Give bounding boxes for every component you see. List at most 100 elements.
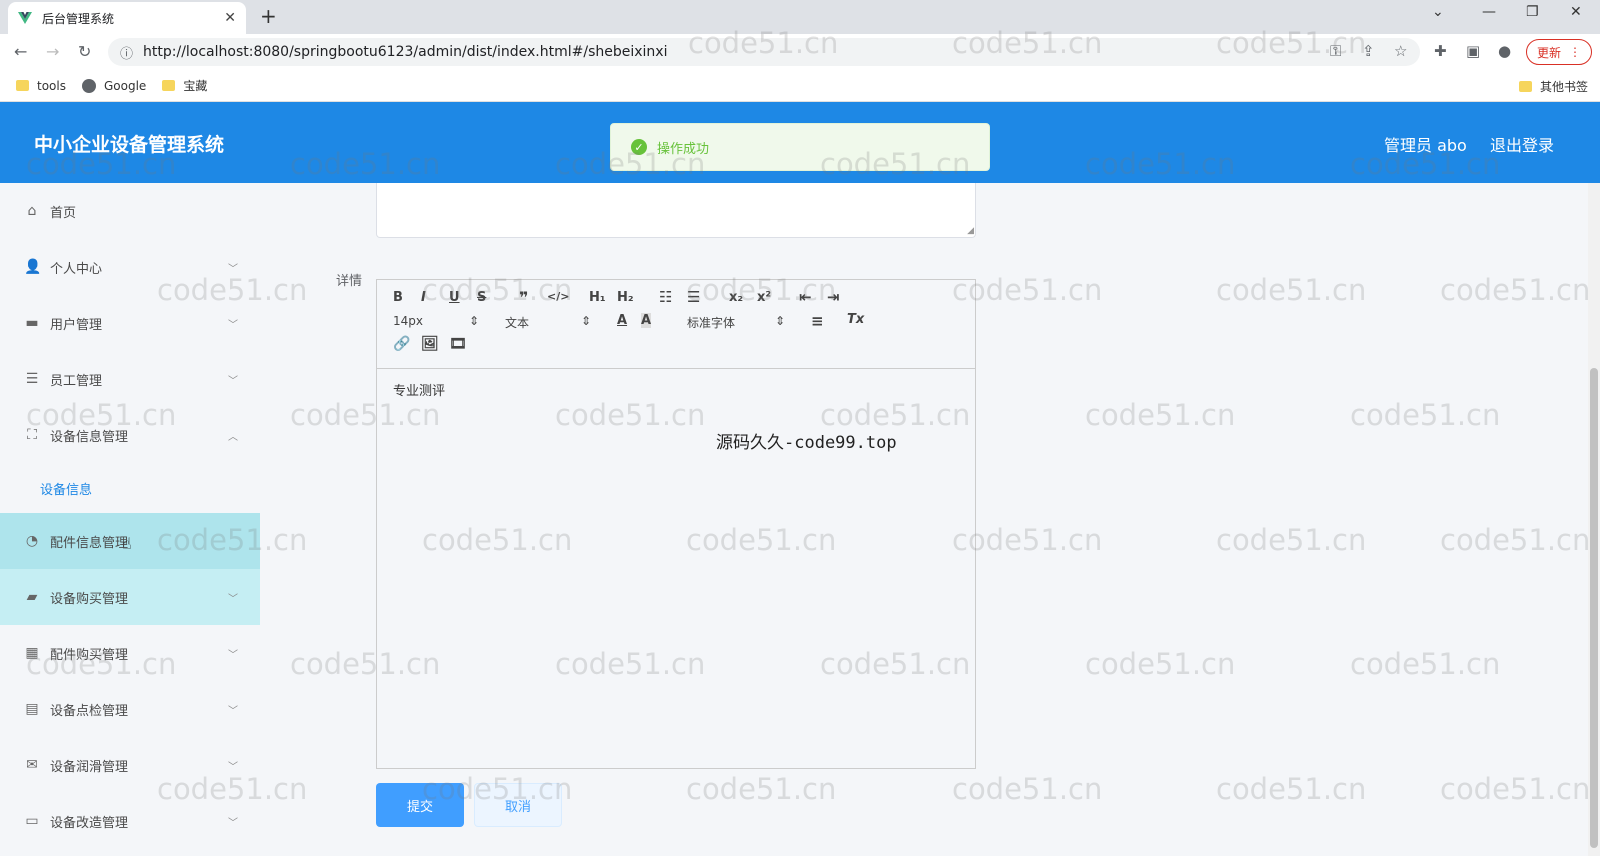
cancel-button[interactable]: 取消 xyxy=(474,783,562,827)
sidebar-item-staff[interactable]: ☰ 员工管理 ﹀ xyxy=(0,351,260,407)
sidebar-item-home[interactable]: ⌂ 首页 xyxy=(0,183,260,239)
indent-icon[interactable]: ⇥ xyxy=(827,288,840,306)
header2-icon[interactable]: H₂ xyxy=(617,290,634,305)
forward-icon[interactable]: → xyxy=(46,42,59,61)
blockquote-icon[interactable]: ❞ xyxy=(519,288,528,307)
sidebar-item-lubrication[interactable]: ✉ 设备润滑管理 ﹀ xyxy=(0,737,260,793)
subscript-icon[interactable]: x₂ xyxy=(729,290,743,305)
code-block-icon[interactable]: </> xyxy=(547,290,569,303)
sidebar-item-profile[interactable]: 👤 个人中心 ﹀ xyxy=(0,239,260,295)
folder-icon xyxy=(16,80,29,91)
minimize-icon[interactable]: — xyxy=(1482,4,1496,20)
other-bookmarks[interactable]: 其他书签 xyxy=(1518,78,1588,95)
sidebar-item-label: 设备改造管理 xyxy=(50,815,129,831)
align-icon[interactable]: ≡ xyxy=(811,312,824,330)
sidebar-item-device-purchase[interactable]: ▰ 设备购买管理 ﹀ xyxy=(0,569,260,625)
watermark: code51.cn xyxy=(686,772,837,806)
ordered-list-icon[interactable]: ☷ xyxy=(659,288,672,306)
vue-logo-icon xyxy=(18,12,32,24)
grid-icon: ▦ xyxy=(25,645,39,661)
sidebar-item-parts-purchase[interactable]: ▦ 配件购买管理 ﹀ xyxy=(0,625,260,681)
sidebar-item-device-info[interactable]: ⛶ 设备信息管理 ︿ xyxy=(0,407,260,463)
editor-content[interactable]: 专业测评 xyxy=(393,380,445,399)
superscript-icon[interactable]: x² xyxy=(757,290,771,305)
mail-icon: ✉ xyxy=(26,757,38,773)
fullscreen-icon: ⛶ xyxy=(27,427,37,443)
resize-grip-icon[interactable]: ◢ xyxy=(967,226,974,236)
folder-icon xyxy=(162,80,176,91)
success-toast: ✓ 操作成功 xyxy=(610,123,990,171)
restore-icon[interactable]: ❐ xyxy=(1526,4,1539,20)
tab-search-icon[interactable]: ⌄ xyxy=(1432,4,1444,20)
chevron-down-icon: ﹀ xyxy=(228,649,238,661)
watermark: code51.cn xyxy=(1085,647,1236,681)
block-type-select[interactable]: 文本 ⇕ xyxy=(505,314,591,331)
site-info-icon[interactable]: ⓘ xyxy=(120,43,133,62)
clear-format-icon[interactable]: Tx xyxy=(847,312,864,327)
bookmark-label: Google xyxy=(103,78,147,93)
link-icon[interactable]: 🔗 xyxy=(393,336,410,352)
chevron-down-icon: ﹀ xyxy=(228,761,238,773)
update-button[interactable]: 更新 ⋮ xyxy=(1526,39,1592,65)
video-icon[interactable]: 🎞 xyxy=(449,336,467,352)
font-size-value: 14px xyxy=(393,314,423,328)
chevron-down-icon: ﹀ xyxy=(228,263,238,275)
star-icon[interactable]: ☆ xyxy=(1394,42,1407,60)
font-size-select[interactable]: 14px ⇕ xyxy=(393,314,479,328)
key-icon[interactable]: ⚿ xyxy=(1330,42,1341,60)
background-color-icon[interactable]: A xyxy=(641,313,652,328)
chevron-down-icon: ﹀ xyxy=(228,593,238,605)
bookmark-treasure[interactable]: 宝藏 xyxy=(162,77,207,94)
bookmark-tools[interactable]: tools xyxy=(16,79,66,93)
sidebar-item-label: 设备购买管理 xyxy=(50,591,129,607)
submit-button[interactable]: 提交 xyxy=(376,783,464,827)
back-icon[interactable]: ← xyxy=(14,42,27,61)
window-close-icon[interactable]: ✕ xyxy=(1570,4,1582,20)
bookmark-google[interactable]: Google xyxy=(81,78,147,93)
browser-tab[interactable]: 后台管理系统 ✕ xyxy=(8,2,246,34)
extensions-icon[interactable]: ✚ xyxy=(1434,42,1447,60)
page-scrollbar[interactable] xyxy=(1588,183,1600,856)
select-arrow-icon: ⇕ xyxy=(775,314,786,328)
clipboard-icon: ▤ xyxy=(25,701,39,717)
watermark: code51.cn xyxy=(1216,772,1367,806)
header1-icon[interactable]: H₁ xyxy=(589,290,606,305)
user-icon: 👤 xyxy=(24,259,42,275)
update-label: 更新 xyxy=(1536,45,1561,60)
font-family-select[interactable]: 标准字体 ⇕ xyxy=(687,314,785,331)
url-text: http://localhost:8080/springbootu6123/ad… xyxy=(143,44,668,60)
dashboard-icon: ◔ xyxy=(25,533,39,549)
watermark: code51.cn xyxy=(952,772,1103,806)
sidebar-item-users[interactable]: ▬ 用户管理 ﹀ xyxy=(0,295,260,351)
sidebar-item-inspection[interactable]: ▤ 设备点检管理 ﹀ xyxy=(0,681,260,737)
profile-icon[interactable]: ● xyxy=(1498,42,1511,60)
current-user: 管理员 abo xyxy=(1384,136,1467,155)
font-color-icon[interactable]: A xyxy=(617,313,627,328)
watermark: code51.cn xyxy=(1085,398,1236,432)
bullet-list-icon[interactable]: ☰ xyxy=(687,288,700,306)
sidebar-subitem-device-info[interactable]: 设备信息 xyxy=(0,463,260,513)
sidepanel-icon[interactable]: ▣ xyxy=(1466,42,1480,60)
sidebar-item-renovation[interactable]: ▭ 设备改造管理 ﹀ xyxy=(0,793,260,849)
outdent-icon[interactable]: ⇤ xyxy=(799,288,812,306)
scrollbar-thumb[interactable] xyxy=(1590,368,1598,848)
new-tab-button[interactable]: + xyxy=(260,4,277,28)
logout-link[interactable]: 退出登录 xyxy=(1490,132,1554,156)
watermark: code51.cn xyxy=(1440,523,1591,557)
bold-icon[interactable]: B xyxy=(393,290,403,305)
tab-title: 后台管理系统 xyxy=(42,11,115,26)
sidebar-item-label: 个人中心 xyxy=(50,261,103,277)
underline-icon[interactable]: U xyxy=(449,290,460,305)
image-icon[interactable]: 🖼 xyxy=(421,336,439,352)
tab-close-icon[interactable]: ✕ xyxy=(224,10,236,26)
strike-icon[interactable]: S xyxy=(477,290,486,305)
sidebar-item-label: 设备点检管理 xyxy=(50,703,129,719)
url-input[interactable]: ⓘ http://localhost:8080/springbootu6123/… xyxy=(108,38,1420,66)
italic-icon[interactable]: I xyxy=(421,290,426,305)
description-textarea[interactable]: ◢ xyxy=(376,183,976,238)
reload-icon[interactable]: ↻ xyxy=(78,42,91,61)
watermark: code51.cn xyxy=(1216,273,1367,307)
other-bookmarks-label: 其他书签 xyxy=(1539,80,1588,94)
share-icon[interactable]: ⇪ xyxy=(1362,42,1375,60)
briefcase-icon: ▬ xyxy=(25,315,39,331)
